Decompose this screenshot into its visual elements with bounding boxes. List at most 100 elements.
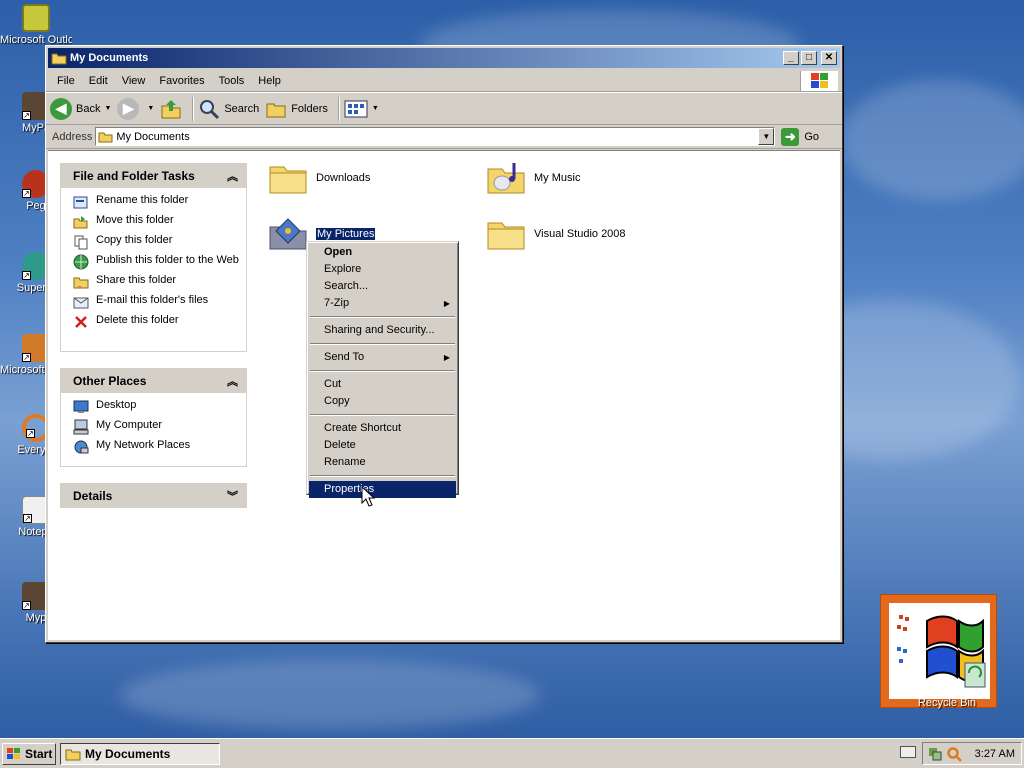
folders-icon <box>266 103 286 117</box>
back-arrow-icon: ◀ <box>50 97 72 120</box>
panel-header[interactable]: Other Places ︽ <box>61 369 246 393</box>
context-menu: Open Explore Search... 7-Zip ▶ Sharing a… <box>306 241 459 498</box>
address-value: My Documents <box>116 130 190 143</box>
taskbar-button-label: My Documents <box>85 746 171 761</box>
context-menu-copy[interactable]: Copy <box>309 393 456 410</box>
title-bar[interactable]: My Documents _ □ ✕ <box>48 48 840 68</box>
back-button[interactable]: ◀ Back ▼ <box>50 97 111 120</box>
details-panel: Details ︾ <box>60 483 247 508</box>
start-button[interactable]: Start <box>2 742 56 765</box>
windows-flag-icon <box>889 603 990 699</box>
task-rename-folder[interactable]: Rename this folder <box>73 194 240 210</box>
keyboard-icon[interactable] <box>900 746 916 758</box>
address-dropdown-button[interactable]: ▼ <box>758 128 775 145</box>
music-folder-icon <box>487 163 525 194</box>
menu-view[interactable]: View <box>115 73 153 89</box>
taskbar-button-my-documents[interactable]: My Documents <box>60 742 220 765</box>
toolbar-separator <box>192 96 195 121</box>
menu-separator <box>310 475 455 477</box>
context-menu-cut[interactable]: Cut <box>309 376 456 393</box>
windows-logo-icon <box>800 71 838 91</box>
panel-header[interactable]: Details ︾ <box>61 484 246 508</box>
submenu-arrow-icon: ▶ <box>443 299 450 308</box>
dropdown-arrow-icon: ▼ <box>371 105 379 112</box>
task-move-folder[interactable]: Move this folder <box>73 214 240 230</box>
context-menu-open[interactable]: Open <box>309 244 456 261</box>
context-menu-explore[interactable]: Explore <box>309 261 456 278</box>
collapse-chevron-icon[interactable]: ︽ <box>227 373 238 389</box>
context-menu-create-shortcut[interactable]: Create Shortcut <box>309 420 456 437</box>
context-menu-send-to[interactable]: Send To ▶ <box>309 349 456 366</box>
collapse-chevron-icon[interactable]: ︽ <box>227 168 238 184</box>
clock[interactable]: 3:27 AM <box>975 748 1015 760</box>
context-menu-delete[interactable]: Delete <box>309 437 456 454</box>
search-tray-icon[interactable] <box>946 746 962 762</box>
views-icon <box>344 100 368 117</box>
folders-button[interactable]: Folders <box>265 99 328 119</box>
folder-my-music[interactable]: My Music <box>486 161 580 195</box>
copy-icon <box>74 235 88 250</box>
submenu-arrow-icon: ▶ <box>443 353 450 362</box>
computer-icon <box>73 419 89 435</box>
menu-separator <box>310 316 455 318</box>
menu-favorites[interactable]: Favorites <box>152 73 211 89</box>
task-share-folder[interactable]: Share this folder <box>73 274 240 290</box>
taskbar: Start My Documents 3:27 AM <box>0 738 1024 768</box>
folder-downloads[interactable]: Downloads <box>268 161 370 195</box>
file-folder-tasks-panel: File and Folder Tasks ︽ Rename this fold… <box>60 163 247 352</box>
task-copy-folder[interactable]: Copy this folder <box>73 234 240 250</box>
place-my-computer[interactable]: My Computer <box>73 419 240 435</box>
menu-help[interactable]: Help <box>251 73 288 89</box>
delete-icon <box>75 316 87 328</box>
maximize-button[interactable]: □ <box>801 51 817 65</box>
place-network[interactable]: My Network Places <box>73 439 240 455</box>
address-input[interactable]: My Documents ▼ <box>95 127 776 146</box>
toolbar-separator <box>337 96 340 121</box>
context-menu-sharing-security[interactable]: Sharing and Security... <box>309 322 456 339</box>
minimize-button[interactable]: _ <box>783 51 799 65</box>
close-button[interactable]: ✕ <box>821 51 837 65</box>
folder-visual-studio-2008[interactable]: Visual Studio 2008 <box>486 217 626 251</box>
window-title: My Documents <box>70 52 149 64</box>
context-menu-rename[interactable]: Rename <box>309 454 456 471</box>
search-button[interactable]: Search <box>198 98 259 120</box>
panel-title: File and Folder Tasks <box>73 169 195 183</box>
folders-label: Folders <box>291 102 328 115</box>
desktop-icon-outlook[interactable]: Microsoft Outlook <box>0 4 72 46</box>
go-button[interactable]: ➜ Go <box>781 127 819 146</box>
dropdown-arrow-icon[interactable]: ▼ <box>104 105 111 112</box>
toolbar: ◀ Back ▼ ▶ ▼ Search Folders ▼ <box>46 92 842 125</box>
views-button[interactable]: ▼ <box>344 99 379 119</box>
menu-tools[interactable]: Tools <box>212 73 252 89</box>
up-folder-icon <box>161 99 181 118</box>
network-tray-icon[interactable] <box>927 746 943 762</box>
search-icon <box>200 99 220 119</box>
menu-file[interactable]: File <box>50 73 82 89</box>
menu-bar: File Edit View Favorites Tools Help <box>46 70 842 92</box>
context-menu-7zip[interactable]: 7-Zip ▶ <box>309 295 456 312</box>
panel-title: Details <box>73 489 113 503</box>
desktop-icon <box>73 400 89 413</box>
windows-logo-icon <box>7 747 20 759</box>
forward-button[interactable]: ▶ ▼ <box>117 97 154 120</box>
address-bar: Address My Documents ▼ ➜ Go <box>46 125 842 149</box>
task-email-files[interactable]: E-mail this folder's files <box>73 294 240 310</box>
network-icon <box>74 440 89 454</box>
panel-header[interactable]: File and Folder Tasks ︽ <box>61 164 246 188</box>
dropdown-arrow-icon[interactable]: ▼ <box>147 105 154 112</box>
recycle-bin[interactable]: Recycle Bin <box>880 594 997 709</box>
place-desktop[interactable]: Desktop <box>73 399 240 415</box>
folder-icon <box>98 132 113 142</box>
up-folder-button[interactable] <box>160 98 182 120</box>
task-publish-web[interactable]: Publish this folder to the Web <box>73 254 240 270</box>
expand-chevron-icon[interactable]: ︾ <box>227 488 238 504</box>
context-menu-properties[interactable]: Properties <box>309 481 456 498</box>
move-icon <box>73 216 88 229</box>
context-menu-search[interactable]: Search... <box>309 278 456 295</box>
menu-separator <box>310 343 455 345</box>
start-label: Start <box>25 746 53 761</box>
pictures-folder-icon <box>269 218 307 250</box>
search-label: Search <box>224 102 260 115</box>
menu-edit[interactable]: Edit <box>82 73 115 89</box>
task-delete-folder[interactable]: Delete this folder <box>73 314 240 330</box>
